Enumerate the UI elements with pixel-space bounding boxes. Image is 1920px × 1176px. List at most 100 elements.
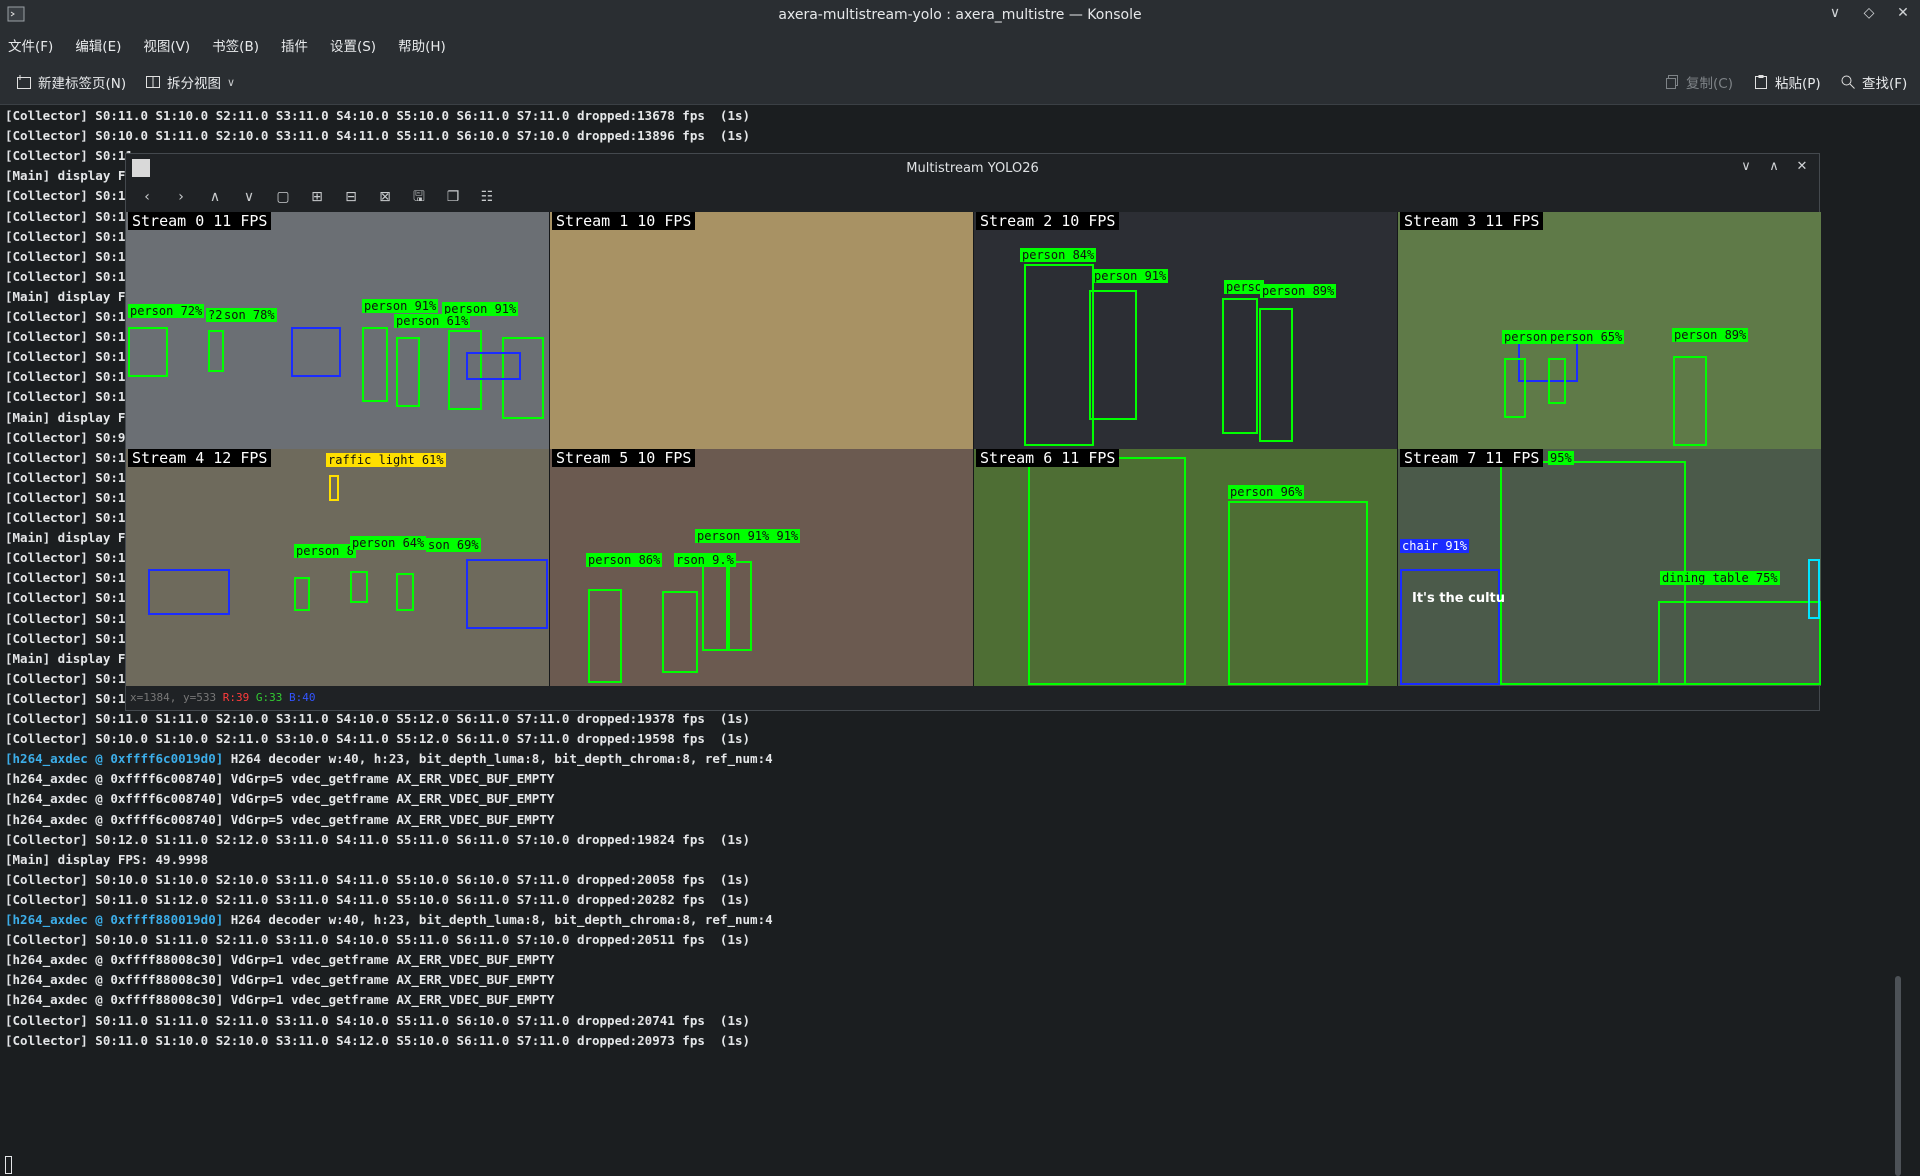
- pan-down-icon[interactable]: ∨: [240, 188, 258, 206]
- terminal-line: [Collector] S0:10: [5, 489, 133, 505]
- save-image-icon[interactable]: 🖫: [410, 188, 428, 206]
- detection-box: [662, 591, 698, 673]
- stream-grid: Stream 0 11 FPS person 72% ?2% son 78% pers…: [126, 212, 1821, 686]
- split-view-button[interactable]: 拆分视图 ∨: [145, 70, 235, 94]
- detection-box: [1808, 559, 1820, 619]
- detection-box: [128, 327, 168, 377]
- stream-0-view: Stream 0 11 FPS person 72% ?2% son 78% pers…: [126, 212, 549, 449]
- minimize-icon[interactable]: ∨: [1826, 4, 1844, 22]
- menu-plugins[interactable]: 插件: [281, 35, 308, 55]
- detection-box: [148, 569, 230, 615]
- stream-4-label: Stream 4 12 FPS: [128, 449, 272, 467]
- paste-icon: [1755, 75, 1767, 89]
- decoder-prefix: [h264_axdec @ 0xffff88008c30]: [5, 952, 224, 968]
- close-icon[interactable]: ✕: [1894, 4, 1912, 22]
- terminal-line: [Collector] S0:12.0 S1:11.0 S2:12.0 S3:1…: [5, 831, 751, 847]
- terminal-line: [Collector] S0:11: [5, 208, 133, 224]
- detection-box: [1658, 601, 1821, 685]
- zoom-original-icon[interactable]: ⊠: [376, 188, 394, 206]
- properties-icon[interactable]: ☷: [478, 188, 496, 206]
- pan-up-icon[interactable]: ∧: [206, 188, 224, 206]
- detection-box: [702, 563, 728, 651]
- detection-box: [728, 561, 752, 651]
- detection-box: [466, 352, 521, 380]
- zoom-in-icon[interactable]: ⊞: [308, 188, 326, 206]
- chevron-down-icon[interactable]: ∨: [227, 76, 235, 89]
- pan-right-icon[interactable]: ›: [172, 188, 190, 206]
- detection-box: [1222, 298, 1258, 434]
- find-button[interactable]: 查找(F): [1840, 70, 1907, 94]
- detection-label: chair 91%: [1400, 539, 1470, 553]
- konsole-app-icon[interactable]: [6, 4, 26, 24]
- terminal-line: [Main] display FP: [5, 168, 133, 184]
- stream-5-view: Stream 5 10 FPS person 91% 91% person 86%…: [550, 449, 973, 686]
- zoom-out-icon[interactable]: ⊟: [342, 188, 360, 206]
- menu-bookmarks[interactable]: 书签(B): [212, 35, 259, 55]
- minimize-icon[interactable]: ∨: [1739, 159, 1753, 174]
- cursor-position: x=1384, y=533: [130, 691, 217, 704]
- detection-label: son 69%: [426, 538, 481, 552]
- title-bar: axera-multistream-yolo : axera_multistre…: [0, 0, 1920, 30]
- copy-label: 复制(C): [1686, 76, 1733, 92]
- pan-left-icon[interactable]: ‹: [138, 188, 156, 206]
- x11-app-icon[interactable]: [132, 159, 150, 177]
- menu-help[interactable]: 帮助(H): [398, 35, 446, 55]
- close-icon[interactable]: ✕: [1795, 159, 1809, 174]
- detection-box: [291, 327, 341, 377]
- detection-box: [329, 475, 339, 501]
- terminal-scrollbar[interactable]: [1895, 976, 1901, 1176]
- terminal-line: [Collector] S0:11: [5, 449, 133, 465]
- terminal-line: [Collector] S0:10: [5, 329, 133, 345]
- terminal-line: [Collector] S0:10.0 S1:11.0 S2:11.0 S3:1…: [5, 932, 751, 948]
- menu-file[interactable]: 文件(F): [8, 35, 53, 55]
- pixel-red: R:39: [222, 691, 250, 704]
- stream-7-view: Stream 7 11 FPS It's the cultu 95% chair …: [1398, 449, 1821, 686]
- stream-3-view: Stream 3 11 FPS person person 65% person 8…: [1398, 212, 1821, 449]
- paste-button[interactable]: 粘贴(P): [1753, 70, 1821, 94]
- detection-box: [396, 573, 414, 611]
- decoder-prefix: [h264_axdec @ 0xffff6c0019d0]: [5, 751, 224, 767]
- copy-image-icon[interactable]: ❐: [444, 188, 462, 206]
- detection-label: person 96%: [1228, 485, 1305, 499]
- menu-settings[interactable]: 设置(S): [330, 35, 376, 55]
- terminal-line: [Collector] S0:11.0 S1:10.0 S2:11.0 S3:1…: [5, 108, 751, 123]
- split-view-icon: [146, 76, 160, 88]
- menu-edit[interactable]: 编辑(E): [75, 35, 121, 55]
- terminal-line: [h264_axdec @ 0xffff88008c30] VdGrp=1 vd…: [5, 992, 555, 1008]
- terminal-cursor: [5, 1156, 12, 1174]
- decoder-prefix: [h264_axdec @ 0xffff880019d0]: [5, 912, 224, 927]
- terminal-line: [h264_axdec @ 0xffff6c008740] VdGrp=5 vd…: [5, 791, 555, 807]
- new-tab-button[interactable]: 新建标签页(N): [16, 70, 126, 94]
- decoder-prefix: [h264_axdec @ 0xffff6c008740]: [5, 771, 224, 787]
- copy-button[interactable]: 复制(C): [1664, 70, 1733, 94]
- detection-label: 95%: [1548, 451, 1574, 465]
- detection-box: [1259, 308, 1293, 442]
- terminal-line: [h264_axdec @ 0xffff6c0019d0] H264 decod…: [5, 751, 773, 767]
- terminal-line: [Main] display FPS: 49.9998: [5, 851, 209, 867]
- menu-view[interactable]: 视图(V): [143, 35, 190, 55]
- detection-label: rson 9.%: [674, 553, 736, 567]
- terminal-line: [Collector] S0:11: [5, 550, 133, 566]
- paste-label: 粘贴(P): [1775, 76, 1821, 92]
- maximize-icon[interactable]: ◇: [1860, 4, 1878, 22]
- terminal-line: [h264_axdec @ 0xffff6c008740] VdGrp=5 vd…: [5, 811, 555, 827]
- terminal-line: [Collector] S0:10: [5, 610, 133, 626]
- stream-5-label: Stream 5 10 FPS: [552, 449, 696, 467]
- video-caption: It's the cultu: [1412, 591, 1505, 606]
- decoder-prefix: [h264_axdec @ 0xffff88008c30]: [5, 992, 224, 1008]
- detection-label: person 72%: [128, 304, 205, 318]
- detection-label: person 86%: [586, 553, 663, 567]
- terminal-line: [Collector] S0:10: [5, 690, 133, 706]
- terminal-line: [Collector] S0:10: [5, 228, 133, 244]
- detection-box: [1089, 290, 1137, 420]
- zoom-fit-icon[interactable]: ▢: [274, 188, 292, 206]
- terminal-line: [Collector] S0:9.: [5, 429, 133, 445]
- detection-label: perso: [1224, 280, 1265, 294]
- multistream-window[interactable]: Multistream YOLO26 ∨ ∧ ✕ ‹ › ∧ ∨ ▢ ⊞ ⊟ ⊠…: [125, 153, 1821, 711]
- terminal-line: [Main] display FP: [5, 650, 133, 666]
- detection-label: person 91%: [1092, 269, 1169, 283]
- detection-label: person 65%: [1548, 330, 1625, 344]
- maximize-icon[interactable]: ∧: [1767, 159, 1781, 174]
- split-view-label: 拆分视图: [167, 76, 221, 92]
- terminal-line: [Collector] S0:11: [5, 309, 133, 324]
